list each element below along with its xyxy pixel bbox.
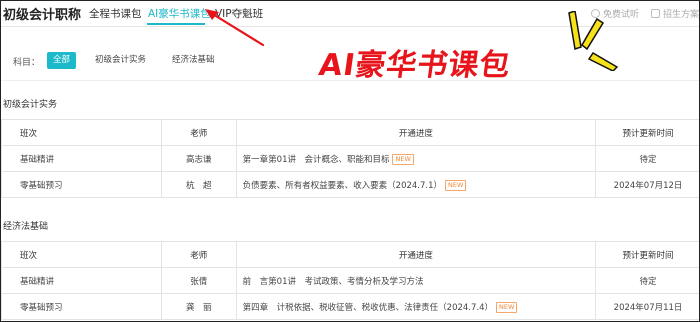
table-row[interactable]: 零基础预习 龚 丽 第四章 计税依据、税收征管、税收优惠、法律责任（2024.7… [1,293,699,320]
active-tab-indicator [147,23,205,25]
cell-class: 零基础预习 [1,293,162,320]
cell-teacher: 张倩 [160,267,237,294]
cell-class: 基础精讲 [1,267,162,294]
section-title-economic-law: 经济法基础 [3,222,49,232]
cell-teacher: 高志谦 [160,145,237,172]
new-badge: NEW [496,301,518,313]
col-class: 班次 [1,119,162,146]
col-progress: 开通进度 [235,241,597,268]
cell-teacher: 龚 丽 [160,293,237,320]
filter-all[interactable]: 全部 [47,52,77,69]
brand-title: 初级会计职称 [3,8,82,23]
col-class: 班次 [1,241,162,268]
col-teacher: 老师 [160,119,237,146]
enrollment-link[interactable]: 招生方案 [651,7,699,20]
progress-text: 前 言第01讲 考试政策、考情分析及学习方法 [242,276,424,287]
enrollment-label: 招生方案 [663,10,700,20]
promo-title: AI豪华书课包 [316,48,513,83]
filter-label: 科目： [13,58,41,68]
table-row[interactable]: 基础精讲 高志谦 第一章第01讲 会计概念、职能和目标 NEW 待定 [1,145,699,172]
cell-date: 2024年07月11日 [595,293,699,320]
col-teacher: 老师 [160,241,237,268]
progress-text: 第四章 计税依据、税收征管、税收优惠、法律责任（2024.7.4） [242,302,494,313]
cell-teacher: 杭 超 [160,171,237,198]
cell-progress: 负债要素、所有者权益要素、收入要素（2024.7.1） NEW [235,171,597,198]
schedule-table-economic-law: 班次 老师 开通进度 预计更新时间 基础精讲 张倩 前 言第01讲 考试政策、考… [1,241,699,320]
section-title-accounting: 初级会计实务 [3,100,58,110]
cell-progress: 第四章 计税依据、税收征管、税收优惠、法律责任（2024.7.4） NEW [235,293,597,320]
filter-accounting[interactable]: 初级会计实务 [89,52,152,69]
cell-date: 2024年07月12日 [595,171,699,198]
cell-class: 零基础预习 [1,171,162,198]
new-badge: NEW [392,153,414,165]
schedule-table-accounting: 班次 老师 开通进度 预计更新时间 基础精讲 高志谦 第一章第01讲 会计概念、… [1,119,699,198]
cell-date: 待定 [595,145,699,172]
cell-progress: 第一章第01讲 会计概念、职能和目标 NEW [235,145,597,172]
cell-class: 基础精讲 [1,145,162,172]
page: 初级会计职称 全程书课包 AI豪华书课包 VIP夺魁班 免费试听 招生方案 科目… [0,0,700,322]
col-update-date: 预计更新时间 [595,241,699,268]
cell-progress: 前 言第01讲 考试政策、考情分析及学习方法 [235,267,597,294]
progress-text: 第一章第01讲 会计概念、职能和目标 [242,154,390,165]
new-badge: NEW [445,179,467,191]
col-update-date: 预计更新时间 [595,119,699,146]
col-progress: 开通进度 [235,119,597,146]
table-row[interactable]: 零基础预习 杭 超 负债要素、所有者权益要素、收入要素（2024.7.1） NEW… [1,171,699,198]
tab-full-course[interactable]: 全程书课包 [89,6,142,21]
filter-economic-law[interactable]: 经济法基础 [166,52,221,69]
table-row[interactable]: 基础精讲 张倩 前 言第01讲 考试政策、考情分析及学习方法 待定 [1,267,699,294]
sparkle-icon [568,11,619,71]
table-header-row: 班次 老师 开通进度 预计更新时间 [1,119,699,146]
progress-text: 负债要素、所有者权益要素、收入要素（2024.7.1） [242,180,443,191]
table-header-row: 班次 老师 开通进度 预计更新时间 [1,241,699,268]
cell-date: 待定 [595,267,699,294]
document-icon [651,9,660,18]
